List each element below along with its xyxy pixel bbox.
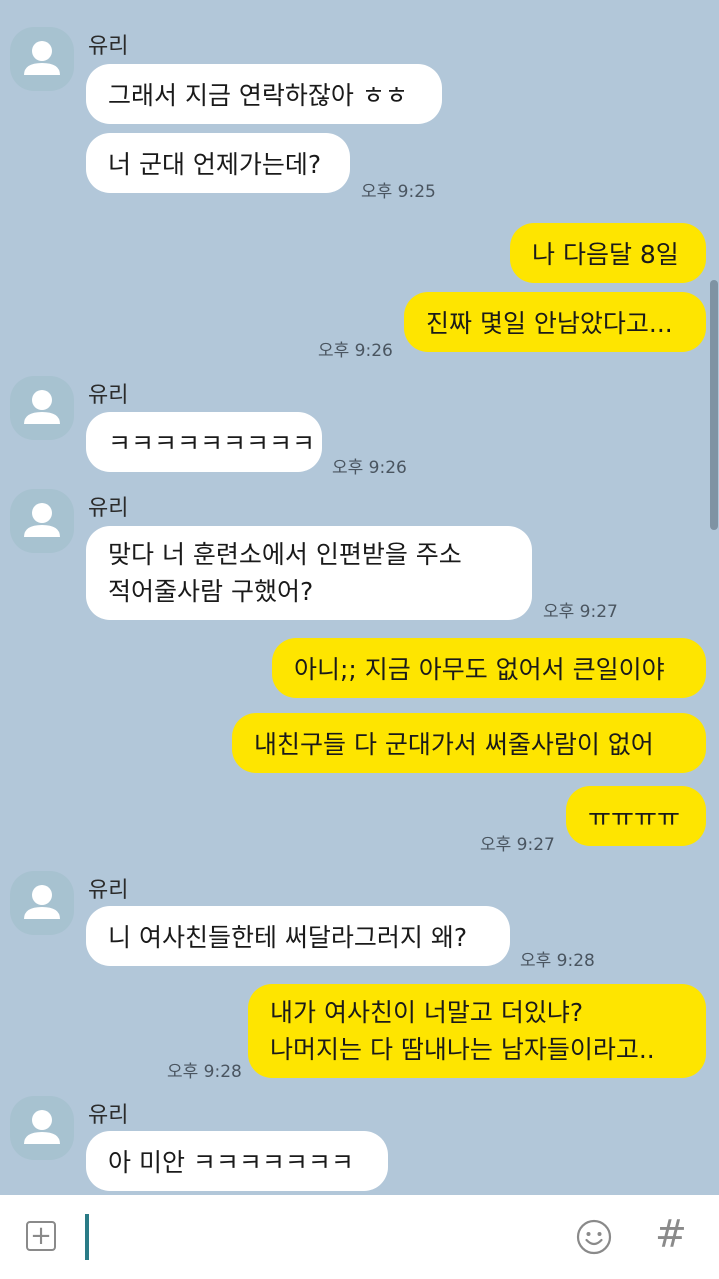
- person-icon: [24, 503, 60, 537]
- message-time: 오후 9:27: [543, 602, 618, 622]
- contact-name: 유리: [88, 496, 129, 521]
- incoming-message[interactable]: 너 군대 언제가는데?: [86, 133, 350, 193]
- message-time: 오후 9:25: [361, 182, 436, 202]
- person-icon: [24, 41, 60, 75]
- message-input[interactable]: [85, 1214, 89, 1260]
- contact-name: 유리: [88, 383, 129, 408]
- message-time: 오후 9:26: [332, 458, 407, 478]
- profile-avatar[interactable]: [10, 1096, 74, 1160]
- incoming-message[interactable]: 그래서 지금 연락하잖아 ㅎㅎ: [86, 64, 442, 124]
- smiley-icon[interactable]: [576, 1219, 612, 1255]
- profile-avatar[interactable]: [10, 376, 74, 440]
- person-icon: [24, 1110, 60, 1144]
- message-time: 오후 9:27: [480, 835, 555, 855]
- incoming-message[interactable]: 니 여사친들한테 써달라그러지 왜?: [86, 906, 510, 966]
- profile-avatar[interactable]: [10, 871, 74, 935]
- hash-button[interactable]: #: [655, 1212, 687, 1256]
- message-line: 적어줄사람 구했어?: [108, 577, 314, 606]
- contact-name: 유리: [88, 1103, 129, 1128]
- message-time: 오후 9:26: [318, 341, 393, 361]
- plus-square-icon[interactable]: +: [26, 1221, 56, 1251]
- outgoing-message[interactable]: ㅠㅠㅠㅠ: [566, 786, 706, 846]
- message-line: 맞다 너 훈련소에서 인편받을 주소: [108, 540, 462, 569]
- message-time: 오후 9:28: [520, 951, 595, 971]
- message-line: 나머지는 다 땀내나는 남자들이라고..: [270, 1035, 655, 1064]
- message-time: 오후 9:28: [167, 1062, 242, 1082]
- message-line: 내가 여사친이 너말고 더있냐?: [270, 998, 584, 1027]
- outgoing-message[interactable]: 내가 여사친이 너말고 더있냐? 나머지는 다 땀내나는 남자들이라고..: [248, 984, 706, 1078]
- profile-avatar[interactable]: [10, 489, 74, 553]
- outgoing-message[interactable]: 내친구들 다 군대가서 써줄사람이 없어: [232, 713, 706, 773]
- outgoing-message[interactable]: 아니;; 지금 아무도 없어서 큰일이야: [272, 638, 706, 698]
- scrollbar[interactable]: [710, 280, 718, 530]
- contact-name: 유리: [88, 878, 129, 903]
- incoming-message[interactable]: 아 미안 ㅋㅋㅋㅋㅋㅋㅋ: [86, 1131, 388, 1191]
- chat-area: 유리 그래서 지금 연락하잖아 ㅎㅎ 너 군대 언제가는데? 오후 9:25 나…: [0, 0, 719, 1195]
- incoming-message[interactable]: ㅋㅋㅋㅋㅋㅋㅋㅋㅋ: [86, 412, 322, 472]
- person-icon: [24, 885, 60, 919]
- contact-name: 유리: [88, 34, 129, 59]
- profile-avatar[interactable]: [10, 27, 74, 91]
- outgoing-message[interactable]: 진짜 몇일 안남았다고...: [404, 292, 706, 352]
- outgoing-message[interactable]: 나 다음달 8일: [510, 223, 706, 283]
- incoming-message[interactable]: 맞다 너 훈련소에서 인편받을 주소 적어줄사람 구했어?: [86, 526, 532, 620]
- person-icon: [24, 390, 60, 424]
